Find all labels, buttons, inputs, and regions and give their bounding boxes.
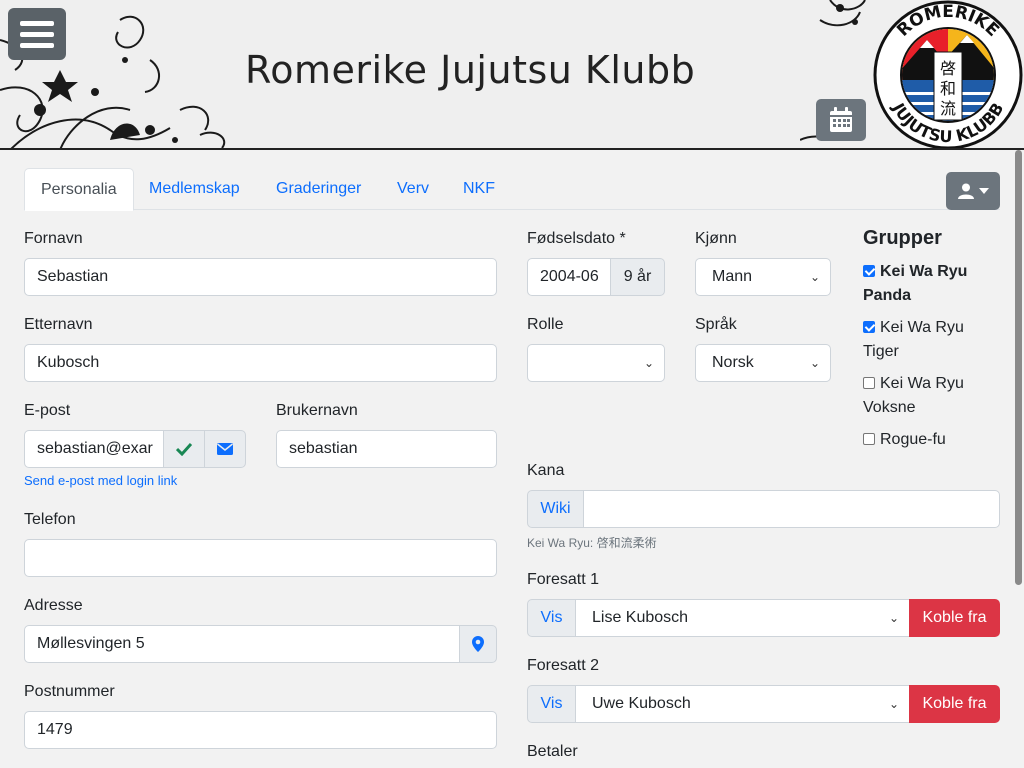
envelope-icon [217, 442, 233, 455]
check-icon [175, 442, 193, 456]
group-label-line2: Tiger [863, 343, 899, 360]
group-label-line2: Voksne [863, 399, 916, 416]
tab-personalia[interactable]: Personalia [24, 168, 134, 211]
etternavn-label: Etternavn [24, 316, 93, 333]
group-checkbox[interactable] [863, 321, 875, 333]
map-location-button[interactable] [459, 625, 497, 663]
kjonn-label: Kjønn [695, 230, 737, 247]
chevron-down-icon: ⌄ [888, 697, 899, 711]
foresatt1-selected-value: Lise Kubosch [592, 609, 689, 626]
kana-input[interactable] [583, 490, 1000, 528]
group-item-voksne[interactable]: Kei Wa Ryu Voksne [863, 372, 1003, 420]
scrollbar-thumb[interactable] [1015, 150, 1022, 585]
tab-bar: Personalia Medlemskap Graderinger Verv N… [24, 168, 1000, 211]
calendar-button[interactable] [816, 99, 866, 141]
menu-bar [20, 20, 54, 26]
fornavn-input[interactable]: Sebastian [24, 258, 497, 296]
chevron-down-icon: ⌄ [643, 356, 654, 370]
logo-kanji-3: 流 [940, 99, 956, 118]
menu-bar [20, 31, 54, 37]
foresatt1-label: Foresatt 1 [527, 571, 600, 588]
chevron-down-icon: ⌄ [809, 270, 820, 284]
sprak-label: Språk [695, 316, 737, 333]
brukernavn-input[interactable]: sebastian [276, 430, 497, 468]
kjonn-selected-value: Mann [712, 268, 753, 285]
foresatt1-disconnect-button[interactable]: Koble fra [909, 599, 1000, 637]
postnummer-label: Postnummer [24, 683, 115, 700]
groups-title: Grupper [863, 227, 942, 249]
sprak-select[interactable]: Norsk ⌄ [695, 344, 831, 382]
menu-bar [20, 42, 54, 48]
kjonn-select[interactable]: Mann ⌄ [695, 258, 831, 296]
page-header: Romerike Jujutsu Klubb 啓 和 流 ROMERIKE JU… [0, 0, 1024, 150]
kana-hint: Kei Wa Ryu: 啓和流柔術 [527, 536, 657, 550]
logo-kanji-1: 啓 [940, 59, 956, 78]
foresatt2-label: Foresatt 2 [527, 657, 600, 674]
group-checkbox[interactable] [863, 433, 875, 445]
user-menu-button[interactable] [946, 172, 1000, 210]
group-item-panda[interactable]: Kei Wa Ryu Panda [863, 260, 1003, 308]
fodselsdato-label: Fødselsdato * [527, 230, 626, 247]
foresatt2-view-link[interactable]: Vis [527, 685, 576, 723]
map-pin-icon [472, 635, 484, 652]
foresatt1-select[interactable]: Lise Kubosch ⌄ [575, 599, 910, 637]
user-icon [957, 183, 974, 199]
logo-kanji-2: 和 [940, 79, 956, 98]
postnummer-input[interactable]: 1479 [24, 711, 497, 749]
group-label: Kei Wa Ryu [880, 263, 968, 280]
tab-nkf[interactable]: NKF [447, 168, 511, 210]
etternavn-input[interactable]: Kubosch [24, 344, 497, 382]
adresse-input[interactable]: Møllesvingen 5 [24, 625, 460, 663]
group-item-tiger[interactable]: Kei Wa Ryu Tiger [863, 316, 1003, 364]
tab-graderinger[interactable]: Graderinger [260, 168, 377, 210]
adresse-label: Adresse [24, 597, 83, 614]
epost-input[interactable]: sebastian@exar [24, 430, 164, 468]
site-title: Romerike Jujutsu Klubb [245, 48, 696, 92]
telefon-input[interactable] [24, 539, 497, 577]
foresatt2-selected-value: Uwe Kubosch [592, 695, 691, 712]
chevron-down-icon: ⌄ [888, 611, 899, 625]
email-verified-button[interactable] [163, 430, 205, 468]
tab-verv[interactable]: Verv [381, 168, 445, 210]
chevron-down-icon: ⌄ [809, 356, 820, 370]
sprak-selected-value: Norsk [712, 354, 754, 371]
kana-label: Kana [527, 462, 565, 479]
epost-label: E-post [24, 402, 71, 419]
hamburger-menu-button[interactable] [8, 8, 66, 60]
group-item-rogue-fu[interactable]: Rogue-fu [863, 428, 1003, 452]
foresatt1-view-link[interactable]: Vis [527, 599, 576, 637]
group-label: Kei Wa Ryu [880, 375, 964, 392]
group-checkbox[interactable] [863, 265, 875, 277]
club-logo: 啓 和 流 ROMERIKE JUJUTSU KLUBB [873, 0, 1023, 148]
tab-medlemskap[interactable]: Medlemskap [133, 168, 256, 210]
kana-wiki-link[interactable]: Wiki [527, 490, 584, 528]
group-label: Kei Wa Ryu [880, 319, 964, 336]
fodselsdato-input[interactable]: 2004-06 [527, 258, 611, 296]
fornavn-label: Fornavn [24, 230, 83, 247]
caret-down-icon [978, 188, 989, 194]
rolle-label: Rolle [527, 316, 564, 333]
telefon-label: Telefon [24, 511, 76, 528]
foresatt2-select[interactable]: Uwe Kubosch ⌄ [575, 685, 910, 723]
foresatt2-disconnect-button[interactable]: Koble fra [909, 685, 1000, 723]
group-label: Rogue-fu [880, 431, 946, 448]
send-login-link[interactable]: Send e-post med login link [24, 473, 177, 488]
brukernavn-label: Brukernavn [276, 402, 358, 419]
age-display: 9 år [610, 258, 665, 296]
rolle-select[interactable]: ⌄ [527, 344, 665, 382]
calendar-icon [830, 107, 852, 132]
betaler-label: Betaler [527, 743, 578, 760]
group-label-line2: Panda [863, 287, 912, 304]
group-checkbox[interactable] [863, 377, 875, 389]
send-email-button[interactable] [204, 430, 246, 468]
